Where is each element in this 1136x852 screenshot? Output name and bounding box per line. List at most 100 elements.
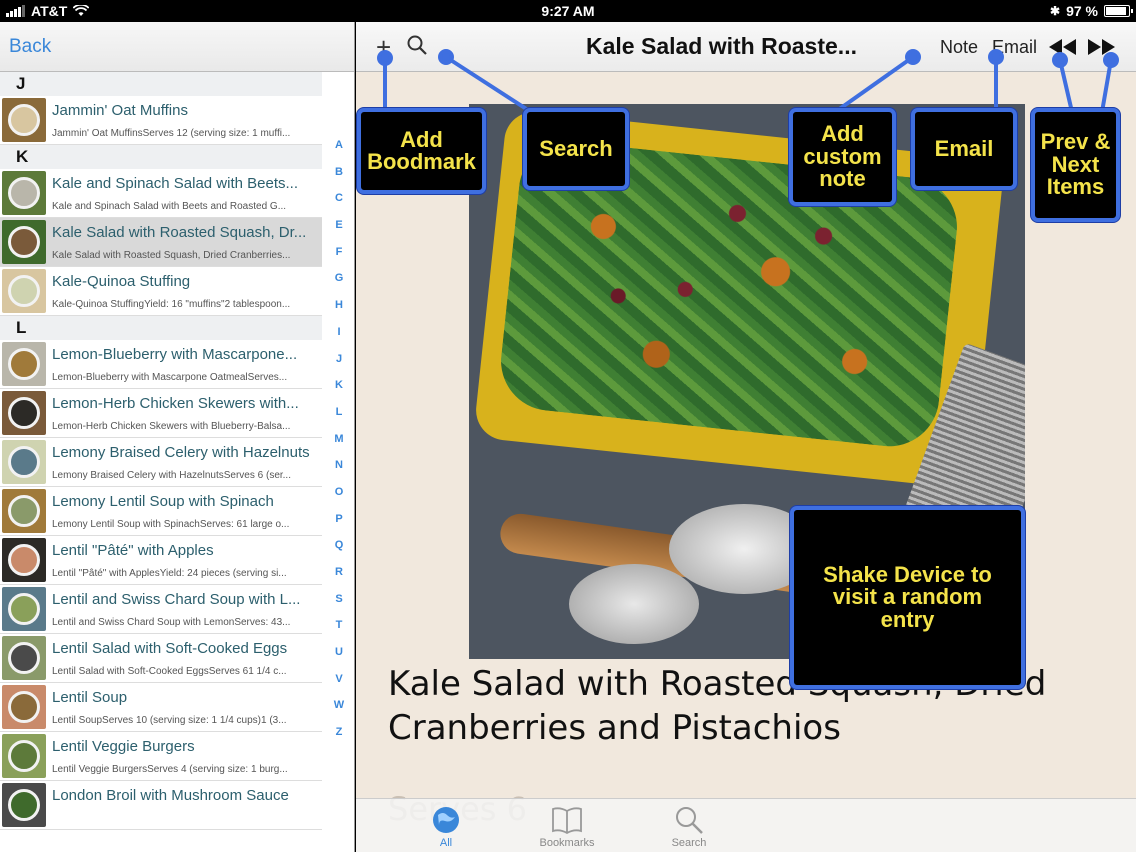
alphabet-index-letter[interactable]: T — [328, 612, 350, 639]
alphabet-index-letter[interactable]: L — [328, 399, 350, 426]
recipe-list-item[interactable]: London Broil with Mushroom Sauce — [0, 781, 322, 830]
alphabet-index-letter[interactable]: N — [328, 452, 350, 479]
recipe-item-title: Lentil Veggie Burgers — [52, 738, 195, 755]
detail-toolbar: + Kale Salad with Roaste... Note Email — [356, 22, 1136, 72]
tab-all[interactable]: All — [401, 803, 491, 849]
recipe-list-item[interactable]: Jammin' Oat Muffins Jammin' Oat MuffinsSe… — [0, 96, 322, 145]
recipe-thumbnail — [2, 171, 46, 215]
alphabet-index[interactable]: ABCEFGHIJKLMNOPQRSTUVWZ — [328, 132, 350, 746]
recipe-thumbnail — [2, 98, 46, 142]
prev-button[interactable] — [1048, 36, 1078, 62]
recipe-item-subtitle: Lemony Braised Celery with HazelnutsServ… — [52, 470, 291, 481]
bluetooth-icon: ✱ — [1050, 4, 1061, 18]
globe-icon — [433, 807, 459, 833]
recipe-item-subtitle: Lemony Lentil Soup with SpinachServes: 6… — [52, 519, 290, 530]
recipe-title-header: Kale Salad with Roaste... — [586, 33, 857, 59]
alphabet-index-letter[interactable]: K — [328, 372, 350, 399]
recipe-list-item[interactable]: Lentil Soup Lentil SoupServes 10 (serving… — [0, 683, 322, 732]
recipe-item-subtitle: Lemon-Blueberry with Mascarpone OatmealS… — [52, 372, 288, 383]
recipe-thumbnail — [2, 783, 46, 827]
recipe-list-item[interactable]: Kale and Spinach Salad with Beets... Kale… — [0, 169, 322, 218]
recipe-thumbnail — [2, 734, 46, 778]
alphabet-index-letter[interactable]: J — [328, 346, 350, 373]
recipe-list-item[interactable]: Kale Salad with Roasted Squash, Dr... Kal… — [0, 218, 322, 267]
alphabet-index-letter[interactable]: V — [328, 666, 350, 693]
recipe-item-subtitle: Kale Salad with Roasted Squash, Dried Cr… — [52, 250, 291, 261]
alphabet-index-letter[interactable]: W — [328, 692, 350, 719]
tab-search[interactable]: Search — [644, 803, 734, 849]
recipe-list-item[interactable]: Lemony Lentil Soup with Spinach Lemony Le… — [0, 487, 322, 536]
recipe-item-subtitle: Lentil SoupServes 10 (serving size: 1 1/… — [52, 715, 287, 726]
recipe-thumbnail — [2, 685, 46, 729]
alphabet-index-letter[interactable]: A — [328, 132, 350, 159]
recipe-thumbnail — [2, 587, 46, 631]
recipe-item-title: Lemony Braised Celery with Hazelnuts — [52, 444, 310, 461]
battery-percent: 97 % — [1066, 3, 1098, 19]
recipe-sidebar: Back J Jammin' Oat Muffins Jammin' Oat Muf… — [0, 22, 355, 852]
status-bar: AT&T 9:27 AM ✱ 97 % — [0, 0, 1136, 22]
alphabet-index-letter[interactable]: S — [328, 586, 350, 613]
fast-forward-icon — [1088, 39, 1115, 55]
recipe-list-item[interactable]: Lemon-Herb Chicken Skewers with... Lemon-… — [0, 389, 322, 438]
recipe-item-title: Lentil Salad with Soft-Cooked Eggs — [52, 640, 288, 657]
next-button[interactable] — [1086, 36, 1116, 62]
recipe-thumbnail — [2, 391, 46, 435]
recipe-list-item[interactable]: Lemony Braised Celery with Hazelnuts Lemo… — [0, 438, 322, 487]
recipe-item-title: Lentil Soup — [52, 689, 128, 706]
recipe-list-item[interactable]: Lentil and Swiss Chard Soup with L... Len… — [0, 585, 322, 634]
alphabet-index-letter[interactable]: O — [328, 479, 350, 506]
alphabet-index-letter[interactable]: U — [328, 639, 350, 666]
note-button[interactable]: Note — [940, 37, 978, 58]
alphabet-index-letter[interactable]: I — [328, 319, 350, 346]
recipe-item-subtitle: Lentil "Pâté" with ApplesYield: 24 piece… — [52, 568, 287, 579]
callout-prev-next: Prev & Next Items — [1031, 108, 1120, 222]
search-icon — [676, 807, 703, 834]
alphabet-index-letter[interactable]: B — [328, 159, 350, 186]
search-icon — [407, 35, 427, 55]
alphabet-index-letter[interactable]: G — [328, 265, 350, 292]
tab-bookmarks[interactable]: Bookmarks — [522, 803, 612, 849]
alphabet-index-letter[interactable]: Q — [328, 532, 350, 559]
sidebar-header: Back — [0, 22, 354, 72]
alphabet-index-letter[interactable]: E — [328, 212, 350, 239]
battery-icon — [1104, 5, 1133, 17]
email-button[interactable]: Email — [992, 37, 1037, 58]
alphabet-index-letter[interactable]: R — [328, 559, 350, 586]
recipe-list-item[interactable]: Lentil Salad with Soft-Cooked Eggs Lentil… — [0, 634, 322, 683]
search-button[interactable] — [406, 34, 428, 62]
recipe-item-subtitle: Kale and Spinach Salad with Beets and Ro… — [52, 201, 287, 212]
alphabet-index-letter[interactable]: Z — [328, 719, 350, 746]
alphabet-index-letter[interactable]: H — [328, 292, 350, 319]
tab-bookmarks-label: Bookmarks — [539, 837, 595, 849]
tab-bar: All Bookmarks Search — [356, 798, 1136, 852]
recipe-item-subtitle: Lentil and Swiss Chard Soup with LemonSe… — [52, 617, 291, 628]
rewind-icon — [1049, 39, 1076, 55]
recipe-list: J Jammin' Oat Muffins Jammin' Oat MuffinsS… — [0, 72, 322, 830]
callout-search: Search — [523, 108, 629, 190]
callout-add-bookmark: Add Boodmark — [357, 108, 486, 194]
section-header: J — [0, 72, 322, 96]
recipe-thumbnail — [2, 489, 46, 533]
alphabet-index-letter[interactable]: P — [328, 506, 350, 533]
recipe-list-item[interactable]: Kale-Quinoa Stuffing Kale-Quinoa Stuffing… — [0, 267, 322, 316]
recipe-item-title: London Broil with Mushroom Sauce — [52, 787, 289, 804]
alphabet-index-letter[interactable]: F — [328, 239, 350, 266]
tab-all-label: All — [439, 837, 453, 849]
clock: 9:27 AM — [541, 3, 595, 19]
recipe-list-item[interactable]: Lemon-Blueberry with Mascarpone... Lemon-… — [0, 340, 322, 389]
recipe-thumbnail — [2, 220, 46, 264]
add-bookmark-button[interactable]: + — [376, 32, 391, 63]
recipe-item-subtitle: Lemon-Herb Chicken Skewers with Blueberr… — [52, 421, 291, 432]
alphabet-index-letter[interactable]: C — [328, 185, 350, 212]
recipe-item-subtitle: Jammin' Oat MuffinsServes 12 (serving si… — [52, 128, 291, 139]
recipe-list-item[interactable]: Lentil "Pâté" with Apples Lentil "Pâté" w… — [0, 536, 322, 585]
alphabet-index-letter[interactable]: M — [328, 426, 350, 453]
recipe-item-title: Lemony Lentil Soup with Spinach — [52, 493, 274, 510]
back-button[interactable]: Back — [9, 36, 51, 58]
recipe-item-title: Lentil and Swiss Chard Soup with L... — [52, 591, 301, 608]
callout-email: Email — [911, 108, 1017, 190]
recipe-item-title: Kale and Spinach Salad with Beets... — [52, 175, 298, 192]
recipe-list-item[interactable]: Lentil Veggie Burgers Lentil Veggie Burge… — [0, 732, 322, 781]
recipe-thumbnail — [2, 538, 46, 582]
recipe-item-subtitle: Lentil Salad with Soft-Cooked EggsServes… — [52, 666, 287, 677]
